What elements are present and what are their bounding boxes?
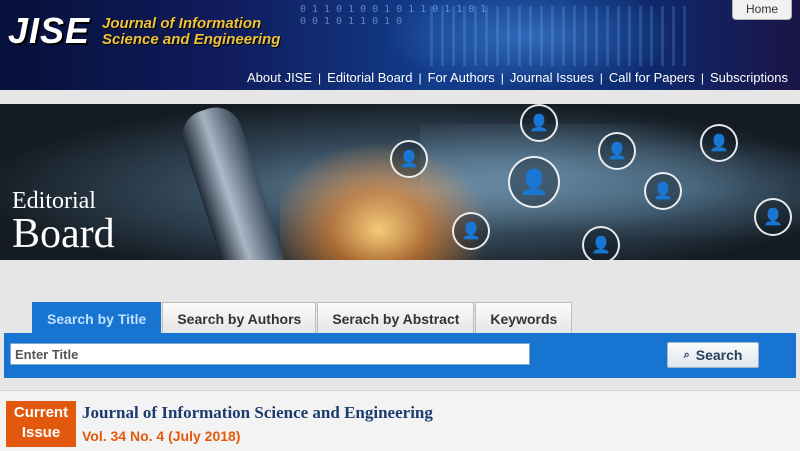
banner-title-big: Board <box>12 211 115 257</box>
header-digits-decoration: 0110100101101101001011010 <box>300 4 493 27</box>
person-icon: 👤 <box>508 156 560 208</box>
journal-name-line1: Journal of Information <box>102 15 262 32</box>
home-button[interactable]: Home <box>732 0 792 20</box>
person-icon: 👤 <box>644 172 682 210</box>
nav-subscriptions[interactable]: Subscriptions <box>704 70 794 85</box>
badge-line2: Issue <box>21 424 61 441</box>
journal-name: Journal of Information Science and Engin… <box>102 16 280 48</box>
person-icon: 👤 <box>598 132 636 170</box>
person-icon: 👤 <box>520 104 558 142</box>
current-issue-section: Current Issue Journal of Information Sci… <box>0 390 800 451</box>
tab-keywords[interactable]: Keywords <box>475 302 573 335</box>
person-icon: 👤 <box>582 226 620 260</box>
journal-name-line2: Science and Engineering <box>102 31 281 48</box>
current-issue-volume[interactable]: Vol. 34 No. 4 (July 2018) <box>82 428 240 444</box>
search-icon: ⌕ <box>683 348 690 361</box>
site-header: 0110100101101101001011010 JISE Journal o… <box>0 0 800 90</box>
title-search-input[interactable] <box>10 343 530 365</box>
current-issue-journal-title[interactable]: Journal of Information Science and Engin… <box>82 403 433 423</box>
nav-editorial-board[interactable]: Editorial Board <box>321 70 418 85</box>
main-nav: About JISE | Editorial Board | For Autho… <box>241 70 794 85</box>
search-bar: ⌕ Search <box>4 333 796 378</box>
tab-search-by-authors[interactable]: Search by Authors <box>162 302 317 335</box>
nav-call-for-papers[interactable]: Call for Papers <box>603 70 701 85</box>
person-icon: 👤 <box>452 212 490 250</box>
banner-title: Editorial Board <box>12 188 115 257</box>
search-panel: Search by Title Search by Authors Serach… <box>4 298 796 380</box>
person-icon: 👤 <box>390 140 428 178</box>
person-icon: 👤 <box>754 198 792 236</box>
nav-journal-issues[interactable]: Journal Issues <box>504 70 600 85</box>
tab-search-by-abstract[interactable]: Serach by Abstract <box>317 302 475 335</box>
search-tabs: Search by Title Search by Authors Serach… <box>32 302 573 335</box>
search-button[interactable]: ⌕ Search <box>667 342 759 368</box>
nav-about-jise[interactable]: About JISE <box>241 70 318 85</box>
current-issue-badge: Current Issue <box>6 401 76 447</box>
person-icon: 👤 <box>700 124 738 162</box>
editorial-board-banner: 👤 👤 👤 👤 👤 👤 👤 👤 👤 Editorial Board <box>0 104 800 260</box>
nav-for-authors[interactable]: For Authors <box>422 70 501 85</box>
site-logo[interactable]: JISE <box>8 10 90 52</box>
badge-line1: Current <box>13 404 69 421</box>
search-button-label: Search <box>695 347 743 363</box>
tab-search-by-title[interactable]: Search by Title <box>32 302 162 335</box>
